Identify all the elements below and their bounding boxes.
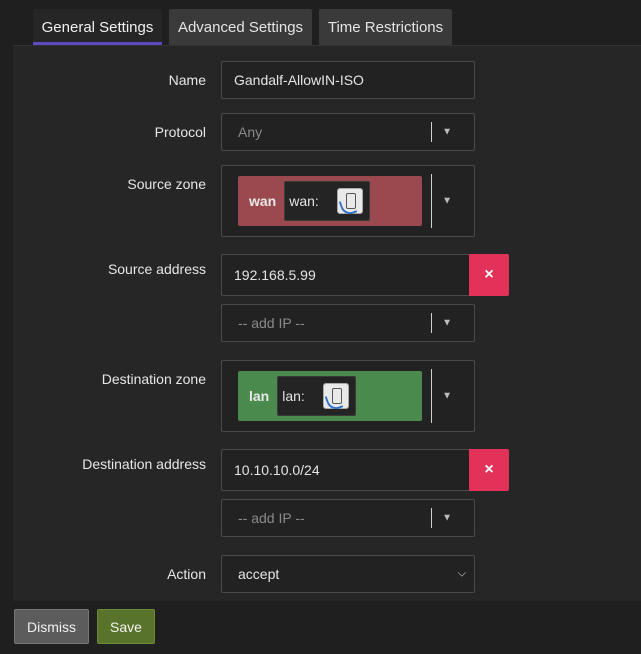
select-divider xyxy=(431,174,432,228)
name-value: Gandalf-AllowIN-ISO xyxy=(234,72,364,88)
protocol-value: Any xyxy=(238,124,263,140)
action-select[interactable]: accept xyxy=(222,556,474,592)
protocol-select[interactable]: Any ▼ xyxy=(221,113,475,151)
source-address-label: Source address xyxy=(107,261,206,277)
tab-time-restrictions[interactable]: Time Restrictions xyxy=(319,9,452,45)
zone-chip-label: wan: xyxy=(289,193,319,209)
add-ip-placeholder: -- add IP -- xyxy=(238,510,305,526)
select-divider xyxy=(431,313,432,333)
modal-footer: Dismiss Save xyxy=(0,601,641,654)
tab-label: Advanced Settings xyxy=(177,18,304,36)
caret-down-icon[interactable]: ▼ xyxy=(442,127,452,138)
source-zone-select[interactable]: wan wan: ▼ xyxy=(221,165,475,237)
zone-chip-label: lan: xyxy=(282,388,305,404)
remove-destination-address-button[interactable]: × xyxy=(469,449,509,491)
tab-advanced-settings[interactable]: Advanced Settings xyxy=(169,9,312,45)
name-label: Name xyxy=(168,72,206,88)
source-add-ip-select[interactable]: -- add IP -- ▼ xyxy=(221,304,475,342)
destination-zone-badge: lan lan: xyxy=(238,371,422,421)
remove-source-address-button[interactable]: × xyxy=(469,254,509,296)
caret-down-icon[interactable]: ▼ xyxy=(442,196,452,207)
zone-network-chip: lan: xyxy=(277,376,356,416)
tab-bar: General Settings Advanced Settings Time … xyxy=(0,0,641,45)
zone-name: lan xyxy=(249,388,270,404)
source-address-value: 192.168.5.99 xyxy=(234,267,316,283)
source-zone-label: Source zone xyxy=(127,176,206,192)
destination-address-input[interactable]: 10.10.10.0/24 xyxy=(221,449,470,491)
name-input[interactable]: Gandalf-AllowIN-ISO xyxy=(221,61,475,99)
tab-label: Time Restrictions xyxy=(327,18,444,36)
tab-general-settings[interactable]: General Settings xyxy=(33,9,162,45)
zone-network-chip: wan: xyxy=(284,181,370,221)
add-ip-placeholder: -- add IP -- xyxy=(238,315,305,331)
save-label: Save xyxy=(110,618,142,635)
zone-name: wan xyxy=(249,193,277,209)
source-address-input[interactable]: 192.168.5.99 xyxy=(221,254,470,296)
save-button[interactable]: Save xyxy=(97,609,155,644)
close-icon: × xyxy=(484,266,494,283)
select-divider xyxy=(431,508,432,528)
network-interface-icon xyxy=(322,383,349,409)
destination-zone-label: Destination zone xyxy=(101,371,206,387)
destination-add-ip-select[interactable]: -- add IP -- ▼ xyxy=(221,499,475,537)
action-label: Action xyxy=(167,566,206,582)
caret-down-icon[interactable]: ▼ xyxy=(442,391,452,402)
destination-zone-select[interactable]: lan lan: ▼ xyxy=(221,360,475,432)
caret-down-icon[interactable]: ▼ xyxy=(442,318,452,329)
dismiss-label: Dismiss xyxy=(27,618,76,635)
network-interface-icon xyxy=(336,188,363,214)
caret-down-icon[interactable]: ▼ xyxy=(442,513,452,524)
action-select-wrapper: accept ⌵ xyxy=(221,555,475,593)
dismiss-button[interactable]: Dismiss xyxy=(14,609,89,644)
destination-address-value: 10.10.10.0/24 xyxy=(234,462,320,478)
select-divider xyxy=(431,122,432,142)
select-divider xyxy=(431,369,432,423)
protocol-label: Protocol xyxy=(154,124,206,140)
source-zone-badge: wan wan: xyxy=(238,176,422,226)
close-icon: × xyxy=(484,461,494,478)
destination-address-label: Destination address xyxy=(82,456,206,472)
tab-label: General Settings xyxy=(41,18,154,36)
